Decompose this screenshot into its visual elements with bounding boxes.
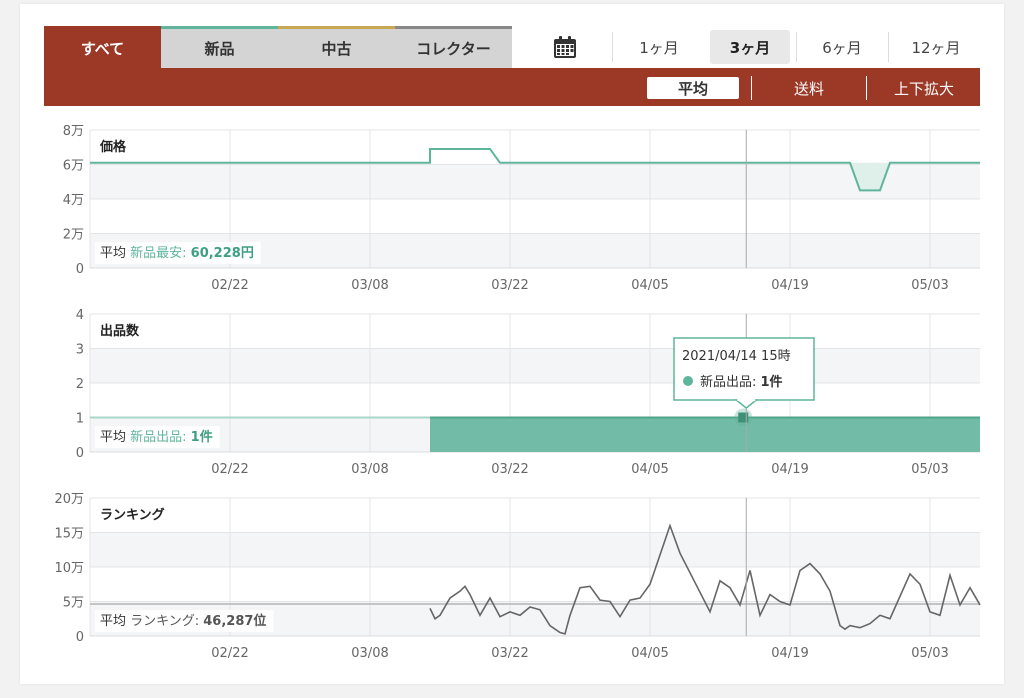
x-tick-label: 04/19	[771, 646, 808, 661]
average-badge: 平均 ランキング: 46,287位	[95, 610, 274, 632]
x-tick-label: 02/22	[211, 278, 248, 293]
charts-area: 0 2万 4万 6万 8万 02/22 03/08 03/22 04/05 04/19 05/03 価…	[54, 124, 981, 661]
x-tick-label: 03/08	[351, 462, 388, 477]
y-tick-label: 2万	[63, 228, 84, 243]
tooltip-pointer	[734, 399, 759, 409]
chart-title: ランキング	[100, 507, 165, 523]
y-tick-label: 4万	[63, 193, 84, 208]
x-tick-label: 03/08	[351, 646, 388, 661]
y-tick-label: 15万	[54, 527, 84, 542]
svg-text:平均 ランキング: 46,287位: 平均 ランキング: 46,287位	[100, 613, 266, 629]
y-tick-label: 6万	[63, 159, 84, 174]
listings-area	[430, 417, 980, 452]
grid-band	[90, 348, 980, 383]
y-tick-label: 4	[76, 308, 84, 323]
average-badge: 平均 新品最安: 60,228円	[95, 242, 261, 264]
tooltip: 2021/04/14 15時新品出品: 1件	[673, 337, 815, 409]
chart-title: 価格	[99, 139, 127, 155]
x-tick-label: 02/22	[211, 462, 248, 477]
x-tick-label: 05/03	[911, 646, 948, 661]
y-tick-label: 3	[76, 343, 84, 358]
x-tick-label: 05/03	[911, 278, 948, 293]
y-tick-label: 0	[76, 262, 84, 277]
y-tick-label: 1	[76, 412, 84, 427]
svg-text:平均 新品出品: 1件: 平均 新品出品: 1件	[100, 429, 213, 445]
y-tick-label: 0	[76, 446, 84, 461]
tooltip-date: 2021/04/14 15時	[682, 349, 791, 364]
y-tick-label: 20万	[54, 492, 84, 507]
tooltip-legend-dot	[683, 376, 693, 386]
tooltip-box	[673, 337, 815, 401]
x-tick-label: 04/19	[771, 278, 808, 293]
y-tick-label: 0	[76, 630, 84, 645]
grid-band	[90, 164, 980, 199]
y-tick-label: 2	[76, 377, 84, 392]
x-tick-label: 03/08	[351, 278, 388, 293]
chart-title: 出品数	[100, 323, 140, 339]
x-tick-label: 04/05	[631, 278, 668, 293]
x-tick-label: 03/22	[491, 646, 528, 661]
x-tick-label: 03/22	[491, 462, 528, 477]
x-tick-label: 02/22	[211, 646, 248, 661]
y-tick-label: 10万	[54, 561, 84, 576]
y-tick-label: 5万	[63, 596, 84, 611]
x-tick-label: 04/05	[631, 462, 668, 477]
average-badge: 平均 新品出品: 1件	[95, 426, 220, 448]
grid-band	[90, 532, 980, 567]
x-tick-label: 03/22	[491, 278, 528, 293]
x-tick-label: 04/19	[771, 462, 808, 477]
x-tick-label: 05/03	[911, 462, 948, 477]
svg-text:平均 新品最安: 60,228円: 平均 新品最安: 60,228円	[100, 245, 254, 261]
y-tick-label: 8万	[63, 124, 84, 139]
x-tick-label: 04/05	[631, 646, 668, 661]
tooltip-value: 新品出品: 1件	[700, 374, 783, 390]
